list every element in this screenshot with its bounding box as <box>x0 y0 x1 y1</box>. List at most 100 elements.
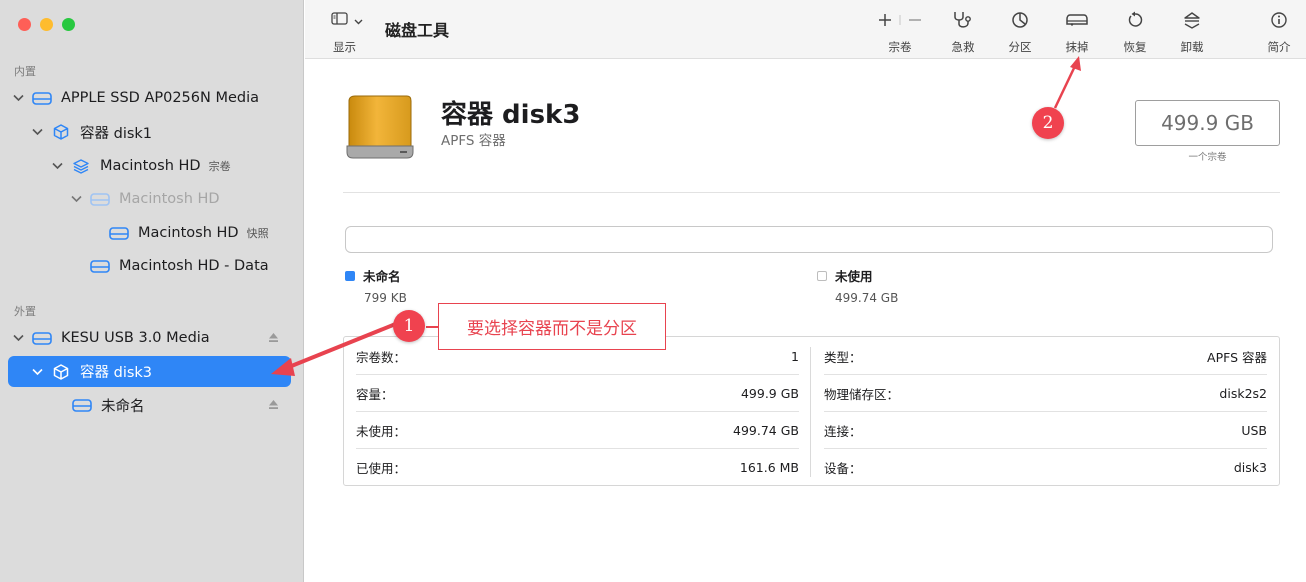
capacity-note: 一个宗卷 <box>1188 152 1227 163</box>
info-value: disk2s2 <box>1219 385 1267 401</box>
info-key: 设备： <box>824 461 862 476</box>
restore-button[interactable]: 恢复 <box>1108 9 1162 55</box>
info-value: USB <box>1241 422 1267 438</box>
zoom-button[interactable] <box>62 18 75 31</box>
sidebar: 内置 APPLE SSD AP0256N Media 容器 disk1 Maci… <box>0 0 304 582</box>
info-button[interactable]: 简介 <box>1252 9 1306 55</box>
sidebar-item-label: KESU USB 3.0 Media <box>61 330 210 346</box>
table-row: 已使用： 161.6 MB <box>356 449 799 486</box>
annotation-badge-2: 2 <box>1032 107 1064 139</box>
sidebar-item-label: Macintosh HD <box>119 191 220 207</box>
legend-label: 未使用 <box>835 269 873 284</box>
view-toggle-button[interactable] <box>331 10 363 29</box>
info-value: 499.9 GB <box>740 385 799 401</box>
column-separator <box>810 347 811 477</box>
info-key: 类型： <box>824 349 862 365</box>
sidebar-item-apple-ssd[interactable]: APPLE SSD AP0256N Media <box>8 83 291 113</box>
legend-untitled: 未命名 <box>345 266 401 285</box>
tool-label: 抹掉 <box>1065 40 1089 54</box>
eject-icon[interactable] <box>268 398 279 414</box>
sidebar-item-label: 容器 disk1 <box>80 125 153 142</box>
tool-label: 分区 <box>1008 40 1032 54</box>
info-value: 499.74 GB <box>733 422 799 438</box>
chevron-down-icon <box>354 10 363 29</box>
first-aid-button[interactable]: 急救 <box>936 9 990 55</box>
chevron-down-icon[interactable] <box>11 94 25 102</box>
annotation-callout: 要选择容器而不是分区 <box>438 303 666 350</box>
sidebar-item-macintosh-hd-system[interactable]: Macintosh HD <box>8 184 291 214</box>
drive-icon <box>31 330 53 346</box>
table-row: 类型： APFS 容器 <box>824 338 1267 375</box>
sidebar-toggle-icon <box>331 10 348 29</box>
sidebar-item-macintosh-hd-snapshot[interactable]: Macintosh HD 快照 <box>8 218 291 248</box>
sidebar-item-container-disk3[interactable]: 容器 disk3 <box>8 356 291 387</box>
info-key: 连接： <box>824 423 862 439</box>
close-button[interactable] <box>18 18 31 31</box>
tool-label: 恢复 <box>1123 40 1147 54</box>
drive-icon <box>71 397 93 413</box>
table-row: 容量： 499.9 GB <box>356 375 799 412</box>
section-label-external: 外置 <box>14 305 36 318</box>
sidebar-item-container-disk1[interactable]: 容器 disk1 <box>8 117 291 147</box>
info-key: 容量： <box>356 386 394 402</box>
drive-icon <box>31 90 53 106</box>
partition-button[interactable]: 分区 <box>993 9 1047 55</box>
chevron-down-icon[interactable] <box>30 368 44 376</box>
info-table: 宗卷数： 1 容量： 499.9 GB 未使用： 499.74 GB 已使用： … <box>343 336 1280 486</box>
sidebar-item-label: Macintosh HD <box>100 158 201 174</box>
volume-button[interactable]: 宗卷 <box>873 9 927 55</box>
app-title: 磁盘工具 <box>385 21 450 40</box>
sidebar-item-sublabel: 快照 <box>246 227 269 240</box>
drive-icon <box>89 191 111 207</box>
arrow-2 <box>1053 56 1081 109</box>
sidebar-item-label: 未命名 <box>101 398 145 415</box>
callout-connector <box>426 326 438 328</box>
info-key: 未使用： <box>356 423 407 439</box>
chevron-down-icon[interactable] <box>11 334 25 342</box>
info-value: APFS 容器 <box>1207 349 1267 365</box>
eject-icon[interactable] <box>268 331 279 347</box>
erase-button[interactable]: 抹掉 <box>1050 9 1104 55</box>
sidebar-item-label: Macintosh HD - Data <box>119 258 269 274</box>
disk-name: 容器 disk3 <box>441 100 581 130</box>
sidebar-item-macintosh-hd-data[interactable]: Macintosh HD - Data <box>8 251 291 281</box>
sidebar-item-label: 容器 disk3 <box>80 365 153 381</box>
header-divider <box>343 192 1280 193</box>
sidebar-item-macintosh-hd-volume[interactable]: Macintosh HD 宗卷 <box>8 151 291 181</box>
chevron-down-icon[interactable] <box>30 128 44 136</box>
section-label-internal: 内置 <box>14 65 36 78</box>
tool-label: 宗卷 <box>888 40 912 54</box>
legend-label: 未命名 <box>363 269 401 284</box>
sidebar-item-label: APPLE SSD AP0256N Media <box>61 90 260 106</box>
tool-label: 简介 <box>1267 40 1291 54</box>
info-icon <box>1270 9 1288 31</box>
container-cube-icon <box>50 124 72 140</box>
stethoscope-icon <box>952 9 974 31</box>
info-key: 宗卷数： <box>356 349 407 365</box>
legend-value: 799 KB <box>364 291 407 305</box>
info-value: 161.6 MB <box>739 460 799 475</box>
legend-swatch <box>817 270 827 281</box>
unmount-button[interactable]: 卸载 <box>1165 9 1219 55</box>
drive-icon <box>89 258 111 274</box>
toolbar: 显示 磁盘工具 宗卷 急救 分区 抹掉 恢复 卸载 简介 <box>305 0 1306 59</box>
sidebar-item-sublabel: 宗卷 <box>208 160 231 173</box>
usage-bar <box>345 226 1273 253</box>
view-label: 显示 <box>333 40 356 54</box>
info-value: 1 <box>791 348 799 364</box>
drive-icon <box>108 225 130 241</box>
chevron-down-icon[interactable] <box>69 195 83 203</box>
table-row: 设备： disk3 <box>824 449 1267 486</box>
capacity-display: 499.9 GB <box>1135 100 1280 146</box>
chevron-down-icon[interactable] <box>50 162 64 170</box>
info-key: 物理储存区： <box>824 386 900 402</box>
sidebar-item-kesu-usb[interactable]: KESU USB 3.0 Media <box>8 323 291 353</box>
table-row: 未使用： 499.74 GB <box>356 412 799 449</box>
info-key: 已使用： <box>356 461 407 476</box>
minimize-button[interactable] <box>40 18 53 31</box>
info-value: disk3 <box>1233 460 1267 475</box>
eraser-icon <box>1065 9 1089 31</box>
legend-swatch <box>345 270 355 281</box>
sidebar-item-untitled[interactable]: 未命名 <box>8 390 291 420</box>
table-row: 物理储存区： disk2s2 <box>824 375 1267 412</box>
